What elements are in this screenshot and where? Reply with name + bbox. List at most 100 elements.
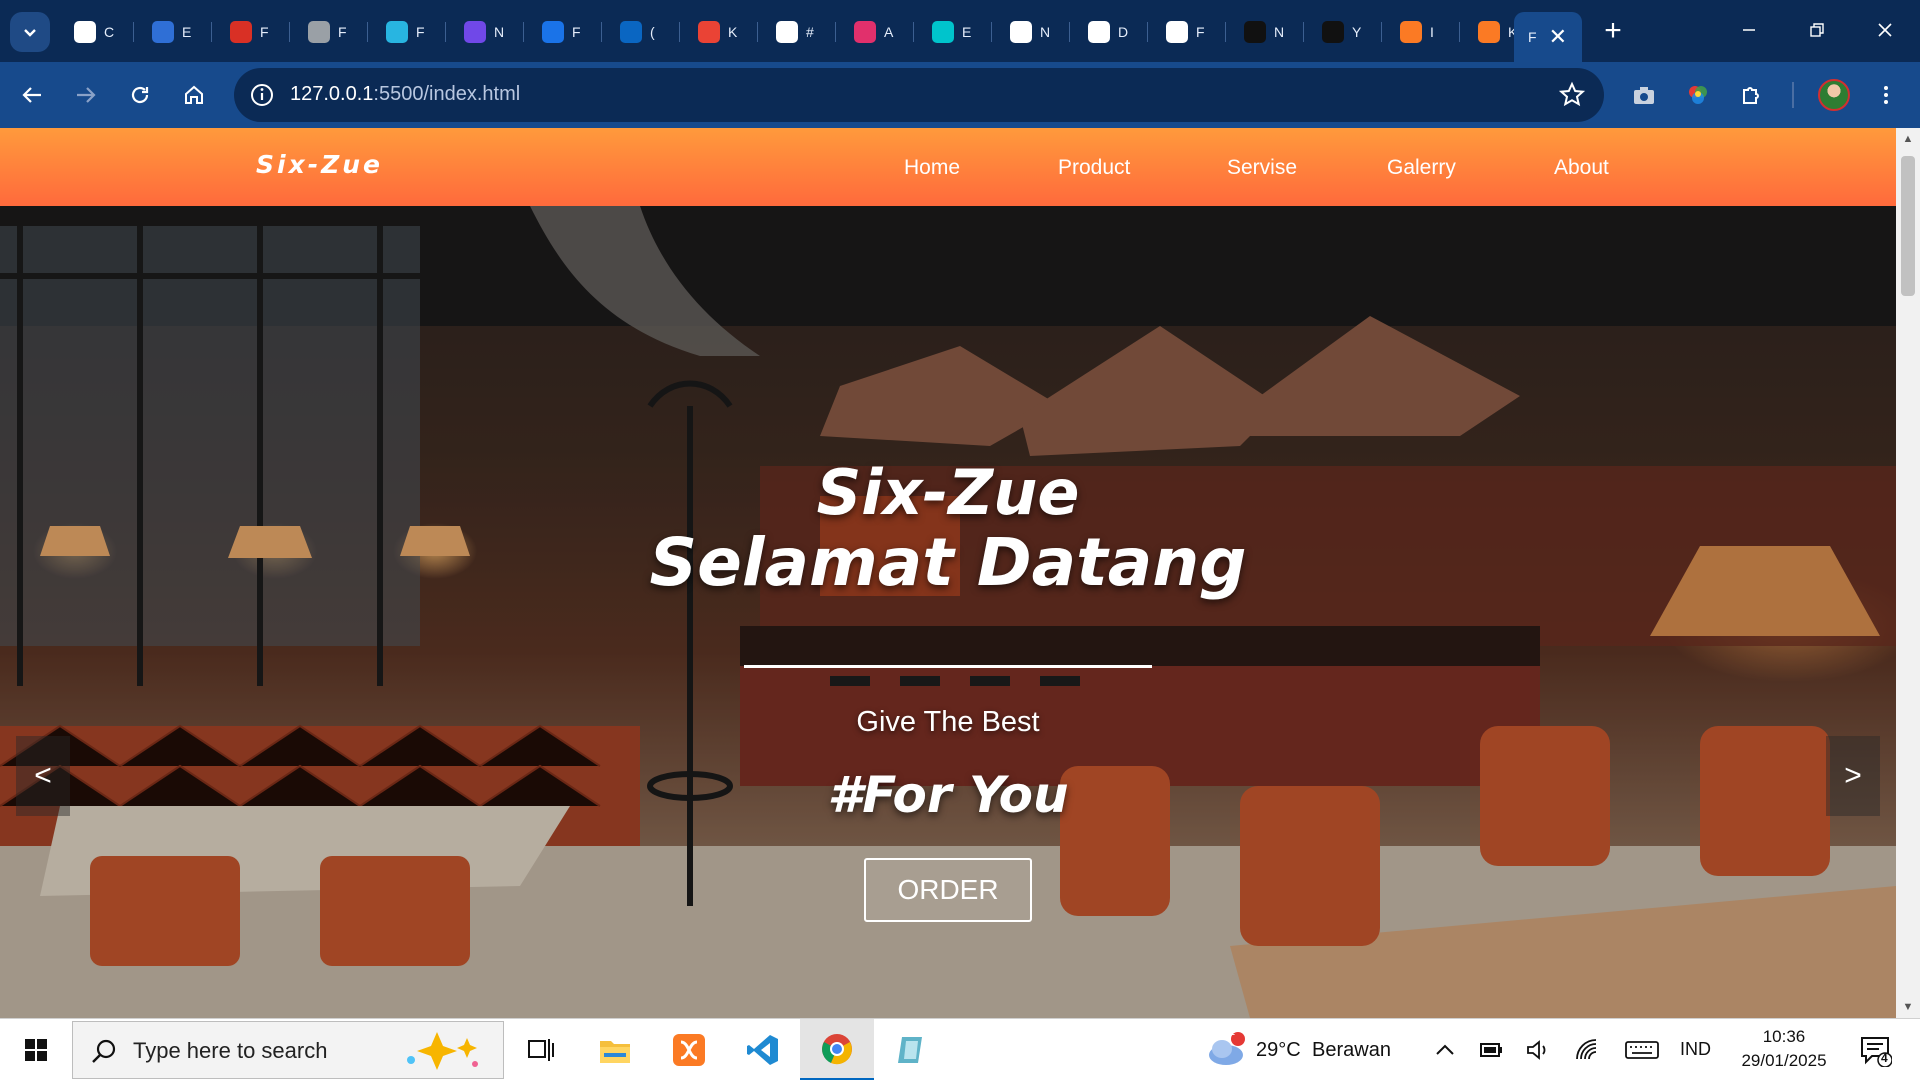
new-tab-button[interactable]: +	[1596, 14, 1630, 48]
tab-xampp-favicon-icon	[1400, 21, 1422, 43]
tab-download[interactable]: D	[1074, 12, 1148, 52]
star-icon[interactable]	[1558, 81, 1586, 109]
arrow-right-icon	[77, 87, 96, 103]
address-bar[interactable]: 127.0.0.1:5500/index.html	[234, 68, 1604, 122]
tab-linkedin[interactable]: (	[606, 12, 680, 52]
taskbar-xampp[interactable]	[652, 1019, 726, 1080]
network-icon[interactable]	[1574, 1037, 1600, 1063]
start-button[interactable]	[0, 1019, 72, 1080]
language-indicator[interactable]: IND	[1680, 1039, 1711, 1060]
nav-product[interactable]: Product	[1058, 156, 1130, 180]
tab-linkedin-favicon-icon	[620, 21, 642, 43]
tab-xampp[interactable]: I	[1386, 12, 1460, 52]
taskbar-vscode[interactable]	[726, 1019, 800, 1080]
close-window-button[interactable]	[1862, 14, 1908, 48]
tab-xampp-2-favicon-icon	[1478, 21, 1500, 43]
minimize-button[interactable]	[1726, 14, 1772, 48]
tab-notes-favicon-icon	[464, 21, 486, 43]
nav-servise[interactable]: Servise	[1227, 156, 1297, 180]
hero-title: Six-Zue	[816, 456, 1080, 529]
tab-flag-favicon-icon	[230, 21, 252, 43]
taskbar-search[interactable]: Type here to search	[72, 1021, 504, 1079]
notification-center-button[interactable]: 4	[1858, 1033, 1893, 1068]
tab-chatgpt-2[interactable]: N	[996, 12, 1070, 52]
tab-canva[interactable]: E	[918, 12, 992, 52]
page-scrollbar[interactable]: ▲ ▼	[1896, 128, 1920, 1018]
tab-notes[interactable]: N	[450, 12, 524, 52]
hero-tagline: #For You	[827, 766, 1069, 824]
tab-search-button[interactable]	[10, 12, 50, 52]
tab-title: N	[494, 24, 505, 40]
url-path: :5500/index.html	[373, 83, 521, 105]
tab-download-favicon-icon	[1088, 21, 1110, 43]
task-view-button[interactable]	[504, 1019, 578, 1080]
tab-title: D	[1118, 24, 1129, 40]
sparkle-icon	[407, 1032, 478, 1070]
tab-g[interactable]: F	[1152, 12, 1226, 52]
close-icon	[1878, 23, 1892, 37]
tab-github-favicon-icon	[1244, 21, 1266, 43]
extensions-button[interactable]	[1732, 75, 1772, 115]
menu-button[interactable]	[1866, 75, 1906, 115]
hero-welcome: Selamat Datang	[649, 524, 1247, 601]
chevron-down-icon	[24, 29, 36, 37]
reload-button[interactable]	[120, 75, 160, 115]
slider-next-button[interactable]: >	[1826, 736, 1880, 816]
tab-separator	[601, 22, 602, 42]
minimize-icon	[1743, 29, 1755, 31]
site-info-icon[interactable]	[248, 81, 276, 109]
scroll-down-icon[interactable]: ▼	[1896, 998, 1920, 1016]
tab-chatgpt[interactable]: C	[60, 12, 134, 52]
screenshot-extension-button[interactable]	[1624, 75, 1664, 115]
scroll-thumb[interactable]	[1901, 156, 1915, 296]
tab-bootstrap[interactable]: E	[138, 12, 212, 52]
tab-title: N	[1274, 24, 1285, 40]
tab-flag[interactable]: F	[216, 12, 290, 52]
tab-title: F	[416, 24, 425, 40]
scroll-up-icon[interactable]: ▲	[1896, 130, 1920, 148]
weather-desc[interactable]: Berawan	[1312, 1039, 1391, 1062]
tab-github[interactable]: N	[1230, 12, 1304, 52]
tab-minus[interactable]: F	[528, 12, 602, 52]
tab-instagram[interactable]: A	[840, 12, 914, 52]
nav-galerry[interactable]: Galerry	[1387, 156, 1456, 180]
keyboard-icon[interactable]	[1624, 1037, 1660, 1063]
slider-prev-button[interactable]: <	[16, 736, 70, 816]
site-brand-logo[interactable]: Six-Zue	[256, 150, 383, 179]
tab-perplexity[interactable]: F	[372, 12, 446, 52]
camera-icon	[1634, 87, 1654, 104]
nav-about[interactable]: About	[1554, 156, 1609, 180]
tab-title: F	[1528, 29, 1537, 45]
site-navbar: Six-Zue Home Product Servise Galerry Abo…	[0, 128, 1896, 206]
taskbar-chrome[interactable]	[800, 1019, 874, 1080]
tab-title: Y	[1352, 24, 1362, 40]
order-button[interactable]: ORDER	[864, 858, 1032, 922]
tab-title: A	[884, 24, 894, 40]
toolbar-divider	[1792, 82, 1794, 108]
restore-button[interactable]	[1794, 14, 1840, 48]
weather-cloud-icon[interactable]	[1206, 1031, 1246, 1067]
hero-divider	[744, 665, 1152, 668]
nav-home[interactable]: Home	[904, 156, 960, 180]
color-extension-button[interactable]	[1678, 75, 1718, 115]
taskbar-clock[interactable]: 10:36 29/01/2025	[1728, 1025, 1840, 1073]
taskbar-file-explorer[interactable]	[578, 1019, 652, 1080]
taskbar-notes-app[interactable]	[874, 1019, 948, 1080]
tab-meta[interactable]: #	[762, 12, 836, 52]
back-button[interactable]	[12, 75, 52, 115]
tab-active[interactable]: F ✕	[1514, 12, 1582, 62]
tab-separator	[991, 22, 992, 42]
chevron-up-icon[interactable]	[1432, 1037, 1458, 1063]
profile-avatar[interactable]	[1818, 79, 1850, 111]
tab-title: F	[260, 24, 269, 40]
battery-icon[interactable]	[1478, 1037, 1504, 1063]
home-button[interactable]	[174, 75, 214, 115]
tab-gmail[interactable]: K	[684, 12, 758, 52]
volume-icon[interactable]	[1524, 1037, 1550, 1063]
tab-separator	[367, 22, 368, 42]
tab-github-2[interactable]: Y	[1308, 12, 1382, 52]
weather-temp[interactable]: 29°C	[1256, 1039, 1301, 1062]
close-icon[interactable]: ✕	[1549, 24, 1567, 50]
forward-button[interactable]	[66, 75, 106, 115]
tab-globe[interactable]: F	[294, 12, 368, 52]
